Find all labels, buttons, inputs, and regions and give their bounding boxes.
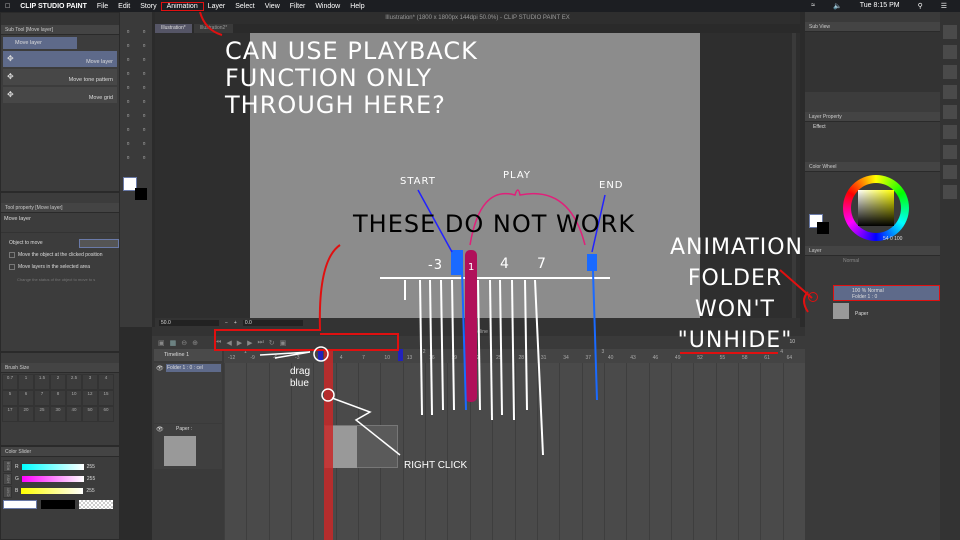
annotation-strokes xyxy=(199,11,813,456)
annotation-line: FUNCTION ONLY xyxy=(225,64,432,92)
annotation-start: START xyxy=(400,176,436,187)
annotation-line: CAN USE PLAYBACK xyxy=(225,37,478,65)
annotation-line: "UNHIDE" xyxy=(677,328,793,353)
annotation-playback-question: CAN USE PLAYBACK FUNCTION ONLY THROUGH H… xyxy=(225,38,478,119)
annotation-folder-unhide: ANIMATION FOLDER WON'T "UNHIDE" xyxy=(670,232,804,356)
annotation-line: ANIMATION xyxy=(670,235,804,260)
annotation-play: PLAY xyxy=(503,170,532,181)
annotation-ruler-7: 7 xyxy=(537,256,547,272)
annotation-line: THROUGH HERE? xyxy=(225,91,446,119)
annotation-ruler-4: 4 xyxy=(500,256,510,272)
annotation-line: drag xyxy=(290,366,311,377)
annotation-line: WON'T xyxy=(694,297,775,322)
annotation-drag-blue: drag blue xyxy=(290,366,310,390)
annotation-right-click: RIGHT CLICK xyxy=(404,460,468,471)
annotation-line: FOLDER xyxy=(687,266,783,291)
annotation-ruler-m3: -3 xyxy=(428,258,443,273)
annotation-line: blue xyxy=(290,378,309,389)
annotation-these-do-not-work: THESE DO NOT WORK xyxy=(353,210,636,238)
annotation-ruler-1: 1 xyxy=(468,262,476,273)
annotation-end: END xyxy=(599,180,624,191)
